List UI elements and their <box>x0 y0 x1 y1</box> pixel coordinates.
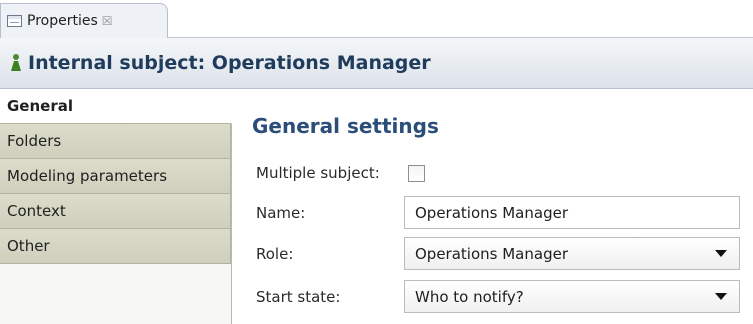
sidebar-item-modeling-parameters[interactable]: Modeling parameters <box>0 159 231 194</box>
sidebar-item-other[interactable]: Other <box>0 229 231 264</box>
sidebar-item-label: General <box>7 97 73 115</box>
chevron-down-icon <box>715 293 727 300</box>
page-title: Internal subject: Operations Manager <box>28 52 431 74</box>
general-settings-panel: General settings Multiple subject: Name:… <box>232 89 753 324</box>
sidebar-item-general[interactable]: General <box>0 89 232 124</box>
sidebar-item-label: Folders <box>7 132 62 150</box>
close-icon[interactable]: ☒ <box>102 14 113 28</box>
role-value: Operations Manager <box>415 244 568 263</box>
sidebar-item-label: Other <box>7 237 50 255</box>
tab-properties[interactable]: Properties ☒ <box>0 3 168 38</box>
properties-view-icon <box>7 15 22 27</box>
tab-properties-label: Properties <box>27 13 98 29</box>
multiple-subject-checkbox[interactable] <box>408 165 425 182</box>
multiple-subject-label: Multiple subject: <box>256 164 380 182</box>
start-state-select[interactable]: Who to notify? <box>404 280 740 313</box>
name-label: Name: <box>256 204 306 222</box>
person-icon <box>10 54 22 72</box>
name-value: Operations Manager <box>415 203 568 222</box>
properties-sidebar: General Folders Modeling parameters Cont… <box>0 89 232 324</box>
sidebar-item-label: Modeling parameters <box>7 167 168 185</box>
role-label: Role: <box>256 245 294 263</box>
role-select[interactable]: Operations Manager <box>404 237 740 270</box>
section-title: General settings <box>252 114 439 138</box>
view-tab-strip: Properties ☒ <box>0 0 753 38</box>
start-state-label: Start state: <box>256 288 341 306</box>
sidebar-item-folders[interactable]: Folders <box>0 124 231 159</box>
sidebar-item-context[interactable]: Context <box>0 194 231 229</box>
chevron-down-icon <box>715 250 727 257</box>
name-field[interactable]: Operations Manager <box>404 196 740 229</box>
start-state-value: Who to notify? <box>415 287 524 306</box>
sidebar-item-label: Context <box>7 202 66 220</box>
properties-header: Internal subject: Operations Manager <box>0 38 753 89</box>
